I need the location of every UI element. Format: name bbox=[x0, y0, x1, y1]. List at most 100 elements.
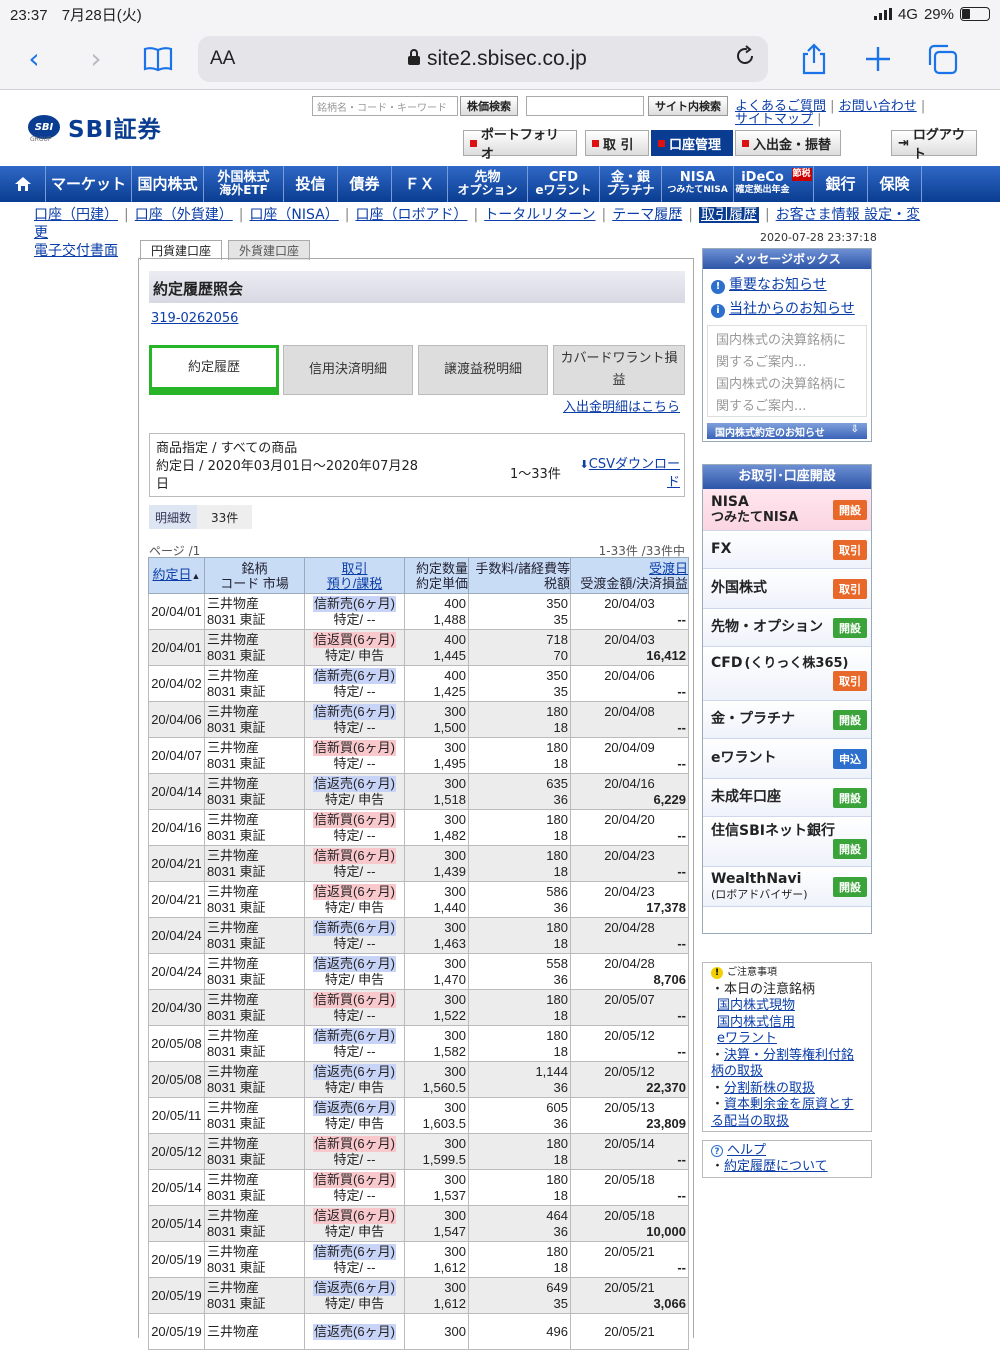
tab-yen-account[interactable]: 円貨建口座 bbox=[140, 240, 223, 260]
trade-item-button[interactable]: 開設 bbox=[833, 499, 867, 520]
caution-box: ! ご注意事項 ・本日の注意銘柄 国内株式現物 国内株式信用 eワラント ・決算・分割等… bbox=[702, 962, 872, 1132]
tab-covered-warrant[interactable]: カバードワラント損益 bbox=[553, 345, 685, 395]
subnav-item-0[interactable]: 口座（円建） bbox=[34, 207, 118, 223]
trade-item[interactable]: NISA つみたてNISA 開設 bbox=[703, 489, 871, 531]
header-settle[interactable]: 受渡日 受渡金額/決済損益 bbox=[570, 557, 689, 594]
important-notice-link[interactable]: 重要なお知らせ bbox=[729, 277, 827, 293]
subnav-item-2[interactable]: 口座（NISA） bbox=[249, 207, 338, 223]
trade-item-button[interactable]: 取引 bbox=[833, 539, 867, 560]
caution-link[interactable]: 分割新株の取扱 bbox=[724, 1081, 815, 1096]
nav-item-2[interactable]: 国内株式 bbox=[132, 166, 204, 202]
nav-item-1[interactable]: マーケット bbox=[46, 166, 132, 202]
trade-item[interactable]: 住信SBIネット銀行 開設 bbox=[703, 817, 871, 867]
nav-item-4[interactable]: 投信 bbox=[284, 166, 338, 202]
caution-lead: ・本日の注意銘柄 bbox=[711, 981, 816, 997]
back-icon[interactable]: ‹ bbox=[14, 39, 54, 79]
nav-item-10[interactable]: NISA つみたてNISA bbox=[662, 166, 734, 202]
add-icon[interactable] bbox=[858, 39, 898, 79]
trade-item[interactable]: FX 取引 bbox=[703, 531, 871, 569]
nav-item-3[interactable]: 外国株式 海外ETF bbox=[204, 166, 284, 202]
trade-item-button[interactable]: 開設 bbox=[833, 876, 867, 897]
trade-item-button[interactable]: 申込 bbox=[833, 748, 867, 769]
account-button[interactable]: 口座管理 bbox=[651, 130, 733, 156]
cell-settle: 20/04/03 -- bbox=[570, 593, 689, 630]
deposit-button[interactable]: 入出金・振替 bbox=[735, 130, 841, 156]
site-search-input[interactable] bbox=[526, 96, 644, 116]
cell-date: 20/05/08 bbox=[148, 1061, 205, 1098]
table-row: 20/04/30 三井物産 8031 東証 信新買(6ヶ月) 特定/ -- 300 1,52… bbox=[148, 989, 689, 1026]
trade-button[interactable]: 取 引 bbox=[585, 130, 649, 156]
stock-search-button[interactable]: 株価検索 bbox=[460, 96, 518, 116]
account-number-link[interactable]: 319-0262056 bbox=[151, 311, 238, 326]
forward-icon[interactable]: › bbox=[76, 39, 116, 79]
portfolio-button[interactable]: ポートフォリオ bbox=[463, 128, 577, 162]
cell-date: 20/05/12 bbox=[148, 1133, 205, 1170]
nav-item-6[interactable]: ＦＸ bbox=[392, 166, 448, 202]
header-date[interactable]: 約定日▲ bbox=[148, 557, 205, 594]
subnav-item-4[interactable]: トータルリターン bbox=[484, 207, 595, 223]
table-row: 20/05/19 三井物産 信返売(6ヶ月) 300 496 20/05/21 bbox=[148, 1313, 689, 1350]
trade-item[interactable]: 先物・オプション 開設 bbox=[703, 609, 871, 647]
reload-icon[interactable] bbox=[734, 44, 756, 73]
trade-item[interactable]: WealthNavi (ロボアドバイザー) 開設 bbox=[703, 867, 871, 907]
subnav-item-1[interactable]: 口座（外貨建） bbox=[135, 207, 233, 223]
message-item[interactable]: 国内株式の決算銘柄に関するご案内... bbox=[716, 374, 858, 416]
nav-item-5[interactable]: 債券 bbox=[338, 166, 392, 202]
header-kind[interactable]: 取引 預り/課税 bbox=[304, 557, 405, 594]
timestamp: 2020-07-28 23:37:18 bbox=[760, 231, 877, 244]
tab-execution-history[interactable]: 約定履歴 bbox=[149, 345, 279, 395]
nav-item-7[interactable]: 先物 オプション bbox=[448, 166, 528, 202]
company-notice-link[interactable]: 当社からのお知らせ bbox=[729, 301, 855, 317]
deposit-history-link[interactable]: 入出金明細はこちら bbox=[563, 396, 680, 415]
caution-link[interactable]: eワラント bbox=[717, 1031, 777, 1046]
trade-item-button[interactable]: 開設 bbox=[833, 617, 867, 638]
caution-link[interactable]: 決算・分割等権利付銘柄の取扱 bbox=[711, 1048, 854, 1080]
logout-button[interactable]: ⇥ ログアウト bbox=[891, 128, 977, 162]
browser-toolbar: ‹ › AA site2.sbisec.co.jp bbox=[0, 28, 1000, 90]
bookmarks-icon[interactable] bbox=[138, 39, 178, 79]
share-icon[interactable] bbox=[794, 39, 834, 79]
address-bar[interactable]: AA site2.sbisec.co.jp bbox=[198, 35, 768, 82]
execution-help-link[interactable]: 約定履歴について bbox=[724, 1159, 828, 1174]
contact-link[interactable]: お問い合わせ bbox=[839, 99, 917, 114]
help-link[interactable]: ヘルプ bbox=[727, 1143, 766, 1158]
nav-item-11[interactable]: iDeCo 確定拠出年金 節税 bbox=[734, 166, 814, 202]
subnav-item-6[interactable]: 取引履歴 bbox=[698, 207, 759, 223]
trade-item[interactable]: 未成年口座 開設 bbox=[703, 779, 871, 817]
subnav-item-5[interactable]: テーマ履歴 bbox=[612, 207, 682, 223]
trade-item-button[interactable]: 開設 bbox=[833, 787, 867, 808]
trade-item-button[interactable]: 開設 bbox=[833, 709, 867, 730]
trade-item-button[interactable]: 開設 bbox=[833, 839, 867, 859]
caution-link[interactable]: 国内株式現物 bbox=[717, 998, 795, 1013]
nav-item-9[interactable]: 金・銀 プラチナ bbox=[600, 166, 662, 202]
cell-name: 三井物産 bbox=[204, 1313, 305, 1350]
trade-item-button[interactable]: 取引 bbox=[833, 671, 867, 691]
subnav-item-3[interactable]: 口座（ロボアド） bbox=[355, 207, 467, 223]
tabs-icon[interactable] bbox=[922, 39, 962, 79]
trade-item-button[interactable]: 取引 bbox=[833, 578, 867, 599]
stock-search-input[interactable]: 銘柄名・コード・キーワード bbox=[312, 96, 458, 116]
nav-item-13[interactable]: 保険 bbox=[868, 166, 922, 202]
subnav-item-8[interactable]: 電子交付書面 bbox=[34, 243, 118, 259]
tab-foreign-account[interactable]: 外貨建口座 bbox=[228, 240, 311, 260]
cell-fee: 649 35 bbox=[468, 1277, 571, 1314]
execution-notice-bar[interactable]: 国内株式約定のお知らせ ⇩ bbox=[707, 423, 867, 439]
nav-item-8[interactable]: CFD eワラント bbox=[528, 166, 600, 202]
trade-item[interactable]: 金・プラチナ 開設 bbox=[703, 701, 871, 739]
network-label: 4G bbox=[897, 5, 918, 23]
tab-capital-gains-tax[interactable]: 譲渡益税明細 bbox=[418, 345, 548, 395]
nav-item-12[interactable]: 銀行 bbox=[814, 166, 868, 202]
caution-link[interactable]: 資本剰余金を原資とする配当の取扱 bbox=[711, 1097, 854, 1129]
caution-link[interactable]: 国内株式信用 bbox=[717, 1015, 795, 1030]
text-size-button[interactable]: AA bbox=[210, 48, 260, 70]
message-box: メッセージボックス ! 重要なお知らせ i 当社からのお知らせ 国内株式の決算銘柄に… bbox=[702, 248, 872, 442]
nav-home[interactable] bbox=[0, 166, 46, 202]
trade-item[interactable]: CFD (くりっく株365) 取引 bbox=[703, 647, 871, 701]
trade-item[interactable]: eワラント 申込 bbox=[703, 739, 871, 779]
trade-item[interactable]: 外国株式 取引 bbox=[703, 569, 871, 609]
tab-margin-settlement[interactable]: 信用決済明細 bbox=[283, 345, 413, 395]
site-search-button[interactable]: サイト内検索 bbox=[648, 96, 728, 116]
csv-download-link[interactable]: CSVダウンロード bbox=[589, 457, 680, 490]
message-item[interactable]: 国内株式の決算銘柄に関するご案内... bbox=[716, 330, 858, 374]
sitemap-link[interactable]: サイトマップ bbox=[735, 112, 813, 127]
